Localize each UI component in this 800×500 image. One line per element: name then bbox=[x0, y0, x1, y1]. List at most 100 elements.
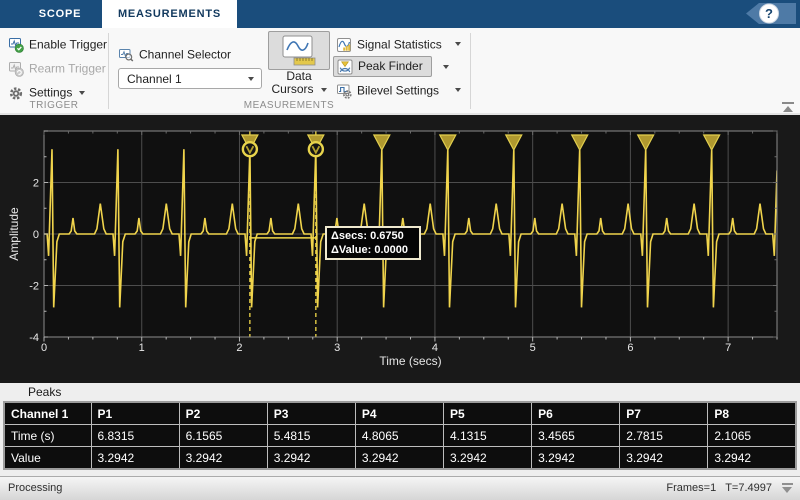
x-tick-label: 0 bbox=[41, 342, 47, 354]
trigger-group-label: TRIGGER bbox=[0, 100, 108, 111]
toolbar-separator bbox=[470, 33, 471, 109]
trigger-indicator-icon bbox=[781, 483, 793, 493]
rearm-trigger-label: Rearm Trigger bbox=[29, 61, 106, 75]
peaks-table-header-cell: Channel 1 bbox=[4, 402, 91, 425]
peaks-value-cell: 3.2942 bbox=[179, 447, 267, 470]
peaks-table-header-cell: P4 bbox=[355, 402, 443, 425]
y-axis-label: Amplitude bbox=[7, 174, 21, 294]
peaks-table-header-cell: P7 bbox=[620, 402, 708, 425]
peaks-value-cell: 3.2942 bbox=[91, 447, 179, 470]
enable-trigger-label: Enable Trigger bbox=[29, 37, 107, 51]
bilevel-settings-dropdown[interactable] bbox=[455, 88, 461, 92]
peak-finder-button[interactable]: Peak Finder bbox=[333, 56, 432, 77]
scope-window: SCOPE MEASUREMENTS ? Enable Trigger bbox=[0, 0, 800, 500]
status-frames: Frames=1 bbox=[666, 482, 716, 494]
x-tick-label: 7 bbox=[725, 342, 731, 354]
peaks-table-header-cell: P3 bbox=[267, 402, 355, 425]
toolbar-separator bbox=[108, 33, 109, 109]
triangle-up-icon bbox=[783, 106, 793, 112]
trigger-settings-label: Settings bbox=[29, 85, 72, 99]
x-tick-label: 3 bbox=[334, 342, 340, 354]
bilevel-settings-label: Bilevel Settings bbox=[357, 83, 439, 97]
peaks-panel-title: Peaks bbox=[28, 385, 61, 399]
peaks-value-cell: 4.1315 bbox=[444, 425, 532, 447]
channel-selector-label: Channel Selector bbox=[139, 47, 231, 61]
peaks-table-header-cell: P1 bbox=[91, 402, 179, 425]
enable-trigger-button[interactable]: Enable Trigger bbox=[8, 36, 107, 53]
bilevel-settings-icon bbox=[336, 83, 352, 99]
chevron-down-icon bbox=[79, 91, 85, 95]
tab-bar: SCOPE MEASUREMENTS ? bbox=[0, 0, 800, 28]
data-cursors-icon bbox=[279, 34, 319, 68]
status-message: Processing bbox=[8, 477, 62, 500]
peaks-value-cell: 6.8315 bbox=[91, 425, 179, 447]
table-row: Value3.29423.29423.29423.29423.29423.294… bbox=[4, 447, 796, 470]
rearm-trigger-icon bbox=[8, 61, 24, 77]
x-axis-label: Time (secs) bbox=[44, 354, 777, 368]
peaks-value-cell: 3.2942 bbox=[532, 447, 620, 470]
trigger-settings-button[interactable]: Settings bbox=[8, 84, 85, 101]
collapse-bar-icon bbox=[782, 102, 794, 104]
peak-finder-icon bbox=[337, 59, 353, 75]
peaks-value-cell: 4.8065 bbox=[355, 425, 443, 447]
tab-scope[interactable]: SCOPE bbox=[24, 0, 96, 28]
x-tick-label: 6 bbox=[627, 342, 633, 354]
y-tick-label: -2 bbox=[29, 281, 39, 293]
status-counters: Frames=1 T=7.4997 bbox=[657, 477, 772, 500]
status-time: T=7.4997 bbox=[725, 482, 772, 494]
peaks-value-cell: 3.2942 bbox=[708, 447, 796, 470]
peaks-value-cell: 6.1565 bbox=[179, 425, 267, 447]
cursor-delta-secs: Δsecs: 0.6750 bbox=[331, 229, 415, 243]
x-tick-label: 5 bbox=[530, 342, 536, 354]
channel-selector-icon bbox=[118, 47, 134, 63]
peaks-row-label: Value bbox=[4, 447, 91, 470]
help-tag-shape: ? bbox=[744, 1, 798, 27]
measurements-group-label: MEASUREMENTS bbox=[108, 100, 470, 111]
peaks-value-cell: 2.7815 bbox=[620, 425, 708, 447]
cursor-readout-box[interactable]: Δsecs: 0.6750 ΔValue: 0.0000 bbox=[325, 226, 421, 260]
chevron-down-icon bbox=[248, 77, 254, 81]
signal-statistics-icon bbox=[336, 37, 352, 53]
peaks-table-header-cell: P5 bbox=[444, 402, 532, 425]
channel-selector-button[interactable]: Channel Selector bbox=[118, 46, 231, 63]
peaks-table-header-cell: P2 bbox=[179, 402, 267, 425]
peaks-row-label: Time (s) bbox=[4, 425, 91, 447]
gear-icon bbox=[8, 85, 24, 101]
peaks-panel: Peaks Channel 1P1P2P3P4P5P6P7P8Time (s)6… bbox=[0, 383, 800, 476]
peaks-value-cell: 3.4565 bbox=[532, 425, 620, 447]
peak-finder-label: Peak Finder bbox=[358, 59, 423, 73]
peaks-table: Channel 1P1P2P3P4P5P6P7P8Time (s)6.83156… bbox=[3, 401, 797, 470]
table-row: Time (s)6.83156.15655.48154.80654.13153.… bbox=[4, 425, 796, 447]
rearm-trigger-button: Rearm Trigger bbox=[8, 60, 106, 77]
bilevel-settings-button[interactable]: Bilevel Settings bbox=[336, 82, 439, 99]
y-tick-label: -4 bbox=[29, 332, 39, 344]
cursor-delta-value: ΔValue: 0.0000 bbox=[331, 243, 415, 257]
channel-dropdown[interactable]: Channel 1 bbox=[118, 68, 262, 89]
y-tick-label: 0 bbox=[33, 229, 39, 241]
peaks-value-cell: 2.1065 bbox=[708, 425, 796, 447]
peaks-value-cell: 3.2942 bbox=[355, 447, 443, 470]
toolstrip: Enable Trigger Rearm Trigger Settings TR… bbox=[0, 28, 800, 114]
signal-statistics-dropdown[interactable] bbox=[455, 42, 461, 46]
channel-dropdown-value: Channel 1 bbox=[127, 72, 182, 86]
peaks-value-cell: 3.2942 bbox=[444, 447, 532, 470]
x-tick-label: 4 bbox=[432, 342, 438, 354]
collapse-toolstrip-button[interactable] bbox=[780, 102, 796, 112]
question-mark-icon: ? bbox=[765, 6, 773, 21]
peak-finder-dropdown[interactable] bbox=[443, 65, 449, 69]
peaks-value-cell: 5.4815 bbox=[267, 425, 355, 447]
y-tick-label: 2 bbox=[33, 178, 39, 190]
enable-trigger-icon bbox=[8, 37, 24, 53]
data-cursors-label-line2: Cursors bbox=[268, 83, 330, 96]
x-tick-label: 1 bbox=[139, 342, 145, 354]
scope-display: 0 1 2 3 4 5 6 7 -4 -2 0 2 Amplitude Time (secs) Δse… bbox=[0, 115, 800, 383]
signal-statistics-button[interactable]: Signal Statistics bbox=[336, 36, 442, 53]
peaks-table-header-row: Channel 1P1P2P3P4P5P6P7P8 bbox=[4, 402, 796, 425]
peaks-table-header-cell: P8 bbox=[708, 402, 796, 425]
status-bar: Processing Frames=1 T=7.4997 bbox=[0, 476, 800, 500]
peaks-value-cell: 3.2942 bbox=[267, 447, 355, 470]
tab-measurements[interactable]: MEASUREMENTS bbox=[102, 0, 237, 28]
peaks-table-header-cell: P6 bbox=[532, 402, 620, 425]
data-cursors-button[interactable] bbox=[268, 31, 330, 70]
x-tick-label: 2 bbox=[236, 342, 242, 354]
